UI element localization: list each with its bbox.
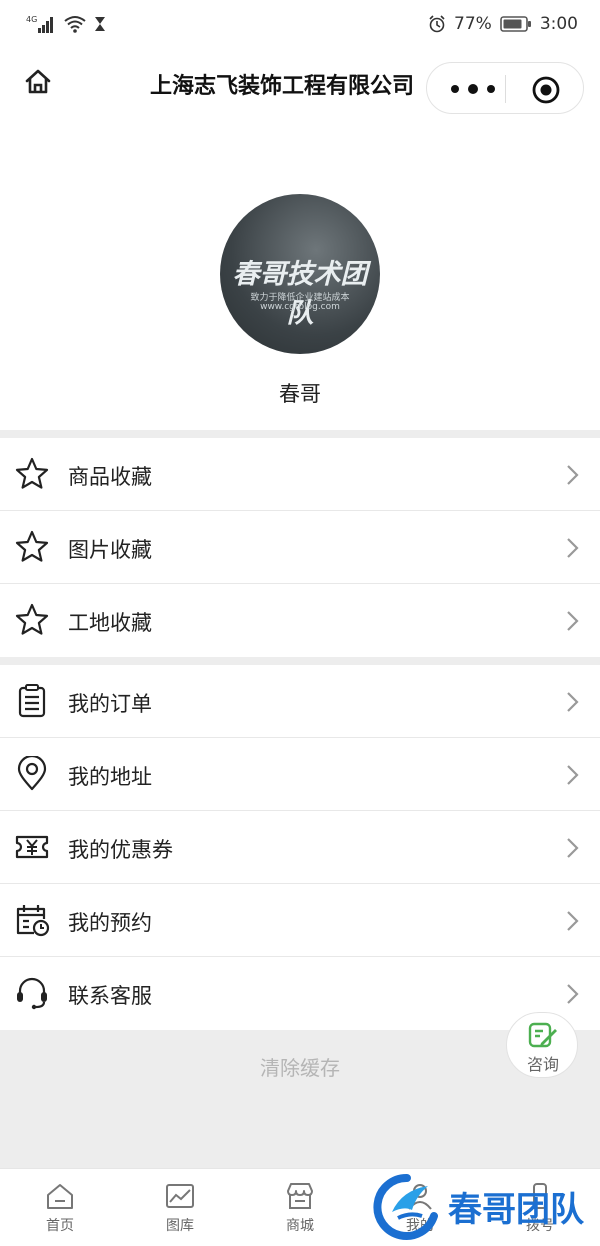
watermark-text: 春哥团队 [448,1190,584,1230]
tab-label: 图库 [166,1218,194,1234]
menu-item-goods-favorites[interactable]: 商品收藏 [0,438,600,511]
avatar-url: www.cgtblog.com [260,302,340,312]
store-icon [287,1183,313,1209]
consult-label: 咨询 [526,1055,559,1074]
clipboard-icon [18,684,46,718]
clock-time: 3:00 [539,14,578,34]
menu-item-label: 我的优惠券 [68,838,173,862]
location-pin-icon [17,756,47,791]
username: 春哥 [279,382,321,406]
tab-home[interactable]: 首页 [10,1181,110,1235]
menu-item-picture-favorites[interactable]: 图片收藏 [0,511,600,584]
tab-label: 商城 [286,1218,314,1234]
gallery-icon [166,1184,194,1208]
menu-item-label: 图片收藏 [68,538,152,562]
chevron-right-icon [567,984,579,1004]
home-icon [47,1184,73,1209]
star-icon [15,457,49,489]
status-bar: 4G 77% 3:00 [0,0,600,48]
battery-icon [500,16,531,32]
chevron-right-icon [567,538,579,558]
menu-item-my-address[interactable]: 我的地址 [0,738,600,811]
menu-item-site-favorites[interactable]: 工地收藏 [0,584,600,657]
chevron-right-icon [567,911,579,931]
chevron-right-icon [567,611,579,631]
menu-item-customer-service[interactable]: 联系客服 [0,957,600,1030]
star-icon [15,603,49,635]
menu-item-my-coupons[interactable]: 我的优惠券 [0,811,600,884]
alarm-icon [429,15,445,33]
chevron-right-icon [567,838,579,858]
calendar-clock-icon [16,905,50,937]
star-icon [15,530,49,562]
tab-store[interactable]: 商城 [250,1181,350,1235]
home-icon[interactable] [22,66,54,98]
headset-icon [17,977,47,1010]
chevron-right-icon [567,765,579,785]
navigation-bar: 上海志飞装饰工程有限公司 [0,48,600,120]
menu-item-label: 我的预约 [68,911,152,935]
menu-item-my-orders[interactable]: 我的订单 [0,665,600,738]
tab-label: 首页 [46,1218,74,1234]
signal-icon: 4G [26,15,53,33]
svg-text:4G: 4G [26,15,37,24]
chevron-right-icon [567,465,579,485]
watermark: 春哥团队 [372,1170,600,1242]
watermark-logo-icon [373,1173,438,1240]
profile-header: 春哥技术团队 致力于降低企业建站成本 www.cgtblog.com 春哥 [0,120,600,430]
chevron-right-icon [567,692,579,712]
consult-button[interactable]: 咨询 [506,1012,578,1078]
menu-item-my-appointments[interactable]: 我的预约 [0,884,600,957]
more-icon[interactable] [447,81,503,97]
menu-item-label: 我的订单 [68,692,152,716]
miniprogram-capsule [426,62,584,114]
wifi-icon [64,16,86,33]
edit-note-icon [528,1022,557,1048]
avatar[interactable]: 春哥技术团队 致力于降低企业建站成本 www.cgtblog.com [220,194,380,354]
tab-gallery[interactable]: 图库 [130,1181,230,1235]
battery-percent: 77% [454,14,492,34]
coupon-icon [15,835,49,859]
capsule-divider [505,75,506,103]
close-target-icon[interactable] [531,75,561,105]
menu-item-label: 联系客服 [68,984,152,1008]
menu-item-label: 商品收藏 [68,465,152,489]
menu-item-label: 工地收藏 [68,611,152,635]
account-menu-group: 我的订单 我的地址 我的优惠券 我的预约 联系客服 [0,665,600,1030]
hourglass-icon [95,17,105,31]
page-title: 上海志飞装饰工程有限公司 [150,74,415,99]
favorites-group: 商品收藏 图片收藏 工地收藏 [0,438,600,657]
menu-item-label: 我的地址 [68,765,152,789]
